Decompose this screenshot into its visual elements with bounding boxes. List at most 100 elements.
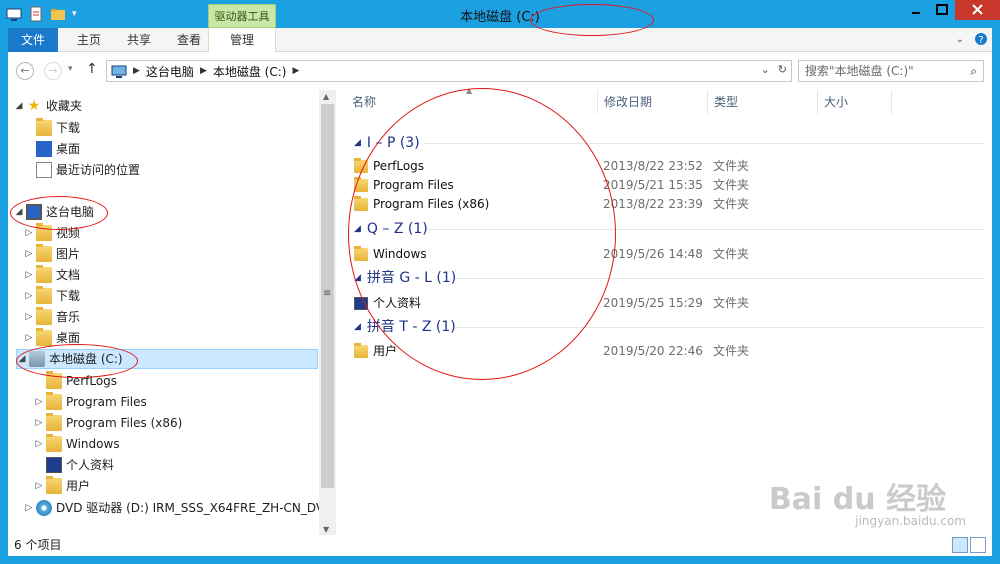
forward-button[interactable]: → xyxy=(44,62,62,80)
column-header-size[interactable]: 大小 xyxy=(818,90,892,114)
tree-item-desktop-pc[interactable]: ▷ 桌面 xyxy=(24,328,80,348)
tree-item-documents[interactable]: ▷ 文档 xyxy=(24,265,80,285)
tree-item-label: 桌面 xyxy=(56,142,81,156)
scroll-up-arrow-icon[interactable]: ▲ xyxy=(323,92,329,101)
tree-item-videos[interactable]: ▷ 视频 xyxy=(24,223,80,243)
group-collapse-arrow-icon[interactable]: ◢ xyxy=(354,267,361,289)
collapsed-arrow-icon[interactable]: ▷ xyxy=(24,307,34,327)
computer-icon xyxy=(111,65,127,78)
group-header[interactable]: ◢ 拼音 T - Z (1) xyxy=(354,316,456,338)
tree-item-program-files-x86[interactable]: ▷ Program Files (x86) xyxy=(34,413,182,433)
group-collapse-arrow-icon[interactable]: ◢ xyxy=(354,132,361,154)
navigation-pane-scrollbar[interactable]: ▲ ≡ ▼ xyxy=(319,90,336,536)
tree-item-music[interactable]: ▷ 音乐 xyxy=(24,307,80,327)
download-folder-icon xyxy=(36,118,52,136)
tree-item-users[interactable]: ▷ 用户 xyxy=(34,476,90,496)
tree-item-personal-data[interactable]: 个人资料 xyxy=(44,455,114,475)
search-icon[interactable]: ⌕ xyxy=(970,61,977,81)
up-button[interactable]: ↑ xyxy=(86,61,98,77)
breadcrumb-separator-icon[interactable]: ▶ xyxy=(133,66,140,76)
breadcrumb-separator-icon[interactable]: ▶ xyxy=(292,66,299,76)
tab-view[interactable]: 查看 xyxy=(164,28,214,52)
breadcrumb-local-disk[interactable]: 本地磁盘 (C:) xyxy=(213,63,287,80)
file-row[interactable]: PerfLogs 2013/8/22 23:52 文件夹 xyxy=(354,157,793,176)
svg-text:?: ? xyxy=(978,35,983,46)
minimize-button[interactable] xyxy=(903,0,929,20)
column-header-name[interactable]: 名称 xyxy=(346,90,598,114)
collapsed-arrow-icon[interactable]: ▷ xyxy=(24,244,34,264)
scroll-down-arrow-icon[interactable]: ▼ xyxy=(323,525,329,534)
large-icons-view-icon[interactable] xyxy=(970,537,986,553)
collapsed-arrow-icon[interactable]: ▷ xyxy=(34,392,44,412)
tree-item-local-disk[interactable]: ◢ 本地磁盘 (C:) xyxy=(16,349,318,369)
search-input[interactable]: 搜索"本地磁盘 (C:)" ⌕ xyxy=(798,60,984,82)
tree-item-pictures[interactable]: ▷ 图片 xyxy=(24,244,80,264)
collapsed-arrow-icon[interactable]: ▷ xyxy=(34,413,44,433)
group-title: I – P (3) xyxy=(366,135,420,151)
maximize-button[interactable] xyxy=(929,0,955,20)
ribbon-right-controls: ⌄ ? xyxy=(956,32,988,46)
baidu-watermark-url: jingyan.baidu.com xyxy=(855,514,966,528)
details-view-icon[interactable] xyxy=(952,537,968,553)
file-date: 2013/8/22 23:39 xyxy=(603,197,703,211)
collapsed-arrow-icon[interactable]: ▷ xyxy=(34,476,44,496)
videos-folder-icon xyxy=(36,223,52,241)
column-header-type[interactable]: 类型 xyxy=(708,90,818,114)
tree-item-program-files[interactable]: ▷ Program Files xyxy=(34,392,147,412)
breadcrumb-separator-icon[interactable]: ▶ xyxy=(200,66,207,76)
tree-item-this-pc[interactable]: ◢ 这台电脑 xyxy=(14,202,94,222)
collapsed-arrow-icon[interactable]: ▷ xyxy=(24,223,34,243)
file-row[interactable]: Program Files 2019/5/21 15:35 文件夹 xyxy=(354,176,793,195)
tree-item-label: Program Files xyxy=(66,395,147,409)
baidu-watermark: Bai du 经验 xyxy=(768,482,946,517)
file-date: 2013/8/22 23:52 xyxy=(603,159,703,173)
file-name: Program Files (x86) xyxy=(373,197,490,211)
expand-ribbon-chevron-icon[interactable]: ⌄ xyxy=(956,34,964,45)
tree-item-windows[interactable]: ▷ Windows xyxy=(34,434,120,454)
file-row[interactable]: 用户 2019/5/20 22:46 文件夹 xyxy=(354,342,793,361)
recent-locations-chevron-icon[interactable]: ▾ xyxy=(68,64,73,74)
folder-icon xyxy=(46,392,62,410)
tab-home[interactable]: 主页 xyxy=(64,28,114,52)
refresh-icon[interactable]: ↻ xyxy=(778,63,787,76)
drive-icon xyxy=(29,351,45,367)
address-bar[interactable]: ▶ 这台电脑 ▶ 本地磁盘 (C:) ▶ ⌄ ↻ xyxy=(106,60,792,82)
address-history-chevron-icon[interactable]: ⌄ xyxy=(761,63,770,76)
tree-item-desktop[interactable]: 桌面 xyxy=(34,139,80,159)
expanded-arrow-icon[interactable]: ◢ xyxy=(17,349,27,369)
collapsed-arrow-icon[interactable]: ▷ xyxy=(24,265,34,285)
file-row[interactable]: 个人资料 2019/5/25 15:29 文件夹 xyxy=(354,294,793,313)
group-header[interactable]: ◢ Q – Z (1) xyxy=(354,218,428,240)
column-header-date[interactable]: 修改日期 xyxy=(598,90,708,114)
file-row[interactable]: Windows 2019/5/26 14:48 文件夹 xyxy=(354,245,793,264)
file-row[interactable]: Program Files (x86) 2013/8/22 23:39 文件夹 xyxy=(354,195,793,214)
tree-item-downloads[interactable]: 下载 xyxy=(34,118,80,138)
help-icon[interactable]: ? xyxy=(974,32,988,46)
file-type: 文件夹 xyxy=(713,296,750,310)
group-collapse-arrow-icon[interactable]: ◢ xyxy=(354,218,361,240)
close-button[interactable] xyxy=(955,0,1000,20)
expanded-arrow-icon[interactable]: ◢ xyxy=(14,96,24,116)
tree-item-label: 下载 xyxy=(56,289,81,303)
collapsed-arrow-icon[interactable]: ▷ xyxy=(24,286,34,306)
expanded-arrow-icon[interactable]: ◢ xyxy=(14,202,24,222)
tab-file[interactable]: 文件 xyxy=(8,28,58,52)
explorer-window: ▾ 驱动器工具 本地磁盘 (C:) 文件 主页 共享 查看 管理 ⌄ ? ← →… xyxy=(0,0,1000,564)
collapsed-arrow-icon[interactable]: ▷ xyxy=(24,328,34,348)
group-collapse-arrow-icon[interactable]: ◢ xyxy=(354,316,361,338)
group-header[interactable]: ◢ I – P (3) xyxy=(354,132,420,154)
tab-manage[interactable]: 管理 xyxy=(208,28,276,52)
back-button[interactable]: ← xyxy=(16,62,34,80)
navigation-bar: ← → ▾ ↑ ▶ 这台电脑 ▶ 本地磁盘 (C:) ▶ ⌄ ↻ 搜索"本地磁盘… xyxy=(8,52,992,90)
tree-item-favorites[interactable]: ◢ ★ 收藏夹 xyxy=(14,96,82,116)
tree-item-recent-places[interactable]: 最近访问的位置 xyxy=(34,160,140,180)
collapsed-arrow-icon[interactable]: ▷ xyxy=(24,498,34,518)
tree-item-dvd-drive[interactable]: ▷ DVD 驱动器 (D:) IRM_SSS_X64FRE_ZH-CN_DV5 xyxy=(24,498,319,518)
group-header[interactable]: ◢ 拼音 G - L (1) xyxy=(354,267,456,289)
tree-item-perflogs[interactable]: PerfLogs xyxy=(44,371,117,391)
tree-item-downloads-pc[interactable]: ▷ 下载 xyxy=(24,286,80,306)
breadcrumb-this-pc[interactable]: 这台电脑 xyxy=(146,63,194,80)
folder-icon xyxy=(46,434,62,452)
tab-share[interactable]: 共享 xyxy=(114,28,164,52)
collapsed-arrow-icon[interactable]: ▷ xyxy=(34,434,44,454)
